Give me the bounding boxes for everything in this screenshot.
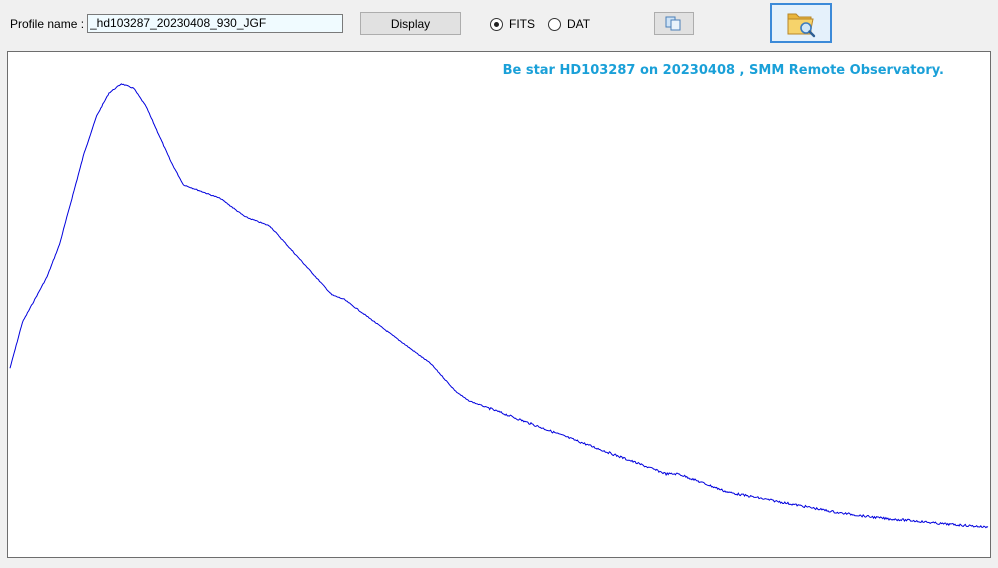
dat-radio-label: DAT — [567, 17, 591, 31]
profile-name-input[interactable] — [87, 14, 343, 33]
copy-button[interactable] — [654, 12, 694, 35]
profile-name-label: Profile name : — [10, 17, 85, 31]
plot-title: Be star HD103287 on 20230408 , SMM Remot… — [502, 63, 944, 78]
dat-radio-circle[interactable] — [548, 17, 561, 31]
dat-radio[interactable]: DAT — [548, 16, 590, 32]
spectrum-plot: Be star HD103287 on 20230408 , SMM Remot… — [7, 51, 991, 558]
open-file-button[interactable] — [770, 3, 832, 43]
fits-radio-circle[interactable] — [490, 17, 503, 31]
spectrum-chart — [9, 83, 989, 529]
folder-search-icon — [787, 13, 816, 38]
display-button[interactable]: Display — [360, 12, 461, 35]
spectrum-series-line — [9, 83, 989, 529]
fits-radio[interactable]: FITS — [490, 16, 535, 32]
copy-icon — [665, 16, 681, 31]
toolbar: Profile name : Display FITS DAT — [0, 0, 998, 48]
fits-radio-dot — [494, 21, 499, 27]
fits-radio-label: FITS — [509, 17, 535, 31]
